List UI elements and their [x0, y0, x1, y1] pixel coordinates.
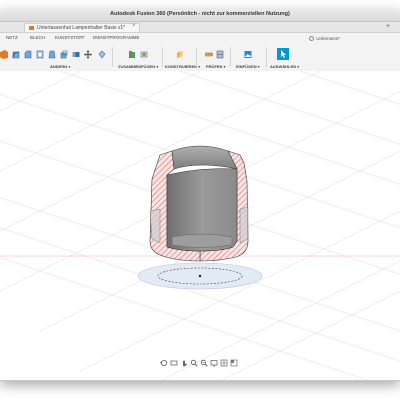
window-title: Autodesk Fusion 360 (Persönlich - nicht … — [110, 11, 290, 17]
inspect-menu[interactable]: PRÜFEN ▾ — [206, 64, 226, 69]
document-tab-bar: Untertassenhut Lampenhalter Basis v1* × … — [0, 22, 400, 33]
tab-mesh[interactable]: NETZ — [6, 35, 18, 40]
tab-utilities[interactable]: DIENSTPROGRAMME — [93, 35, 140, 40]
close-tab-icon[interactable]: × — [132, 23, 136, 29]
measure-icon[interactable] — [205, 50, 213, 59]
shell-icon[interactable] — [36, 50, 44, 59]
tab-sheet-metal[interactable]: BLECH — [30, 35, 45, 40]
toolbar-separator — [112, 47, 113, 67]
physical-material-icon[interactable] — [98, 50, 106, 59]
insert-menu[interactable]: EINFÜGEN ▾ — [236, 64, 260, 69]
press-pull-icon[interactable] — [0, 50, 8, 59]
toolbar-separator — [230, 47, 231, 67]
toolbar-separator — [196, 47, 197, 67]
modify-menu[interactable]: ÄNDERN ▾ — [50, 64, 70, 69]
document-icon — [29, 26, 34, 30]
look-at-icon[interactable] — [170, 359, 178, 367]
zoom-icon[interactable] — [190, 359, 198, 367]
title-bar: Autodesk Fusion 360 (Persönlich - nicht … — [0, 9, 400, 22]
fillet-icon[interactable] — [12, 50, 20, 59]
toolbar-separator — [266, 47, 267, 67]
assemble-menu[interactable]: ZUSAMMENFÜGEN ▾ — [118, 64, 158, 69]
fit-icon[interactable] — [200, 359, 208, 367]
chamfer-icon[interactable] — [24, 50, 32, 59]
toolbar-separator — [162, 47, 163, 67]
design-canvas[interactable] — [0, 71, 400, 380]
document-tab[interactable]: Untertassenhut Lampenhalter Basis v1* — [24, 23, 140, 32]
section-analysis-icon[interactable] — [216, 50, 224, 59]
user-name: Unbenannt* — [316, 36, 340, 41]
pan-icon[interactable] — [180, 359, 188, 367]
select-arrow-icon[interactable] — [277, 48, 289, 60]
ribbon-toolbar: NETZ BLECH KUNSTSTOFF DIENSTPROGRAMME Un… — [0, 33, 400, 72]
joint-icon[interactable] — [128, 50, 136, 59]
scale-icon[interactable] — [60, 50, 68, 59]
section-part — [149, 145, 249, 262]
orbit-icon[interactable] — [160, 359, 168, 367]
insert-image-icon[interactable] — [244, 50, 252, 59]
combine-icon[interactable] — [72, 50, 80, 59]
select-menu[interactable]: AUSWÄHLEN ▾ — [270, 64, 299, 69]
display-settings-icon[interactable] — [210, 359, 218, 367]
origin-point — [198, 274, 202, 278]
new-tab-icon[interactable]: + — [386, 23, 390, 30]
draft-icon[interactable] — [48, 50, 56, 59]
viewport-settings-icon[interactable] — [230, 359, 238, 367]
fusion-window: Autodesk Fusion 360 (Persönlich - nicht … — [0, 9, 400, 381]
offset-plane-icon[interactable] — [176, 50, 184, 59]
construct-menu[interactable]: KONSTRUIEREN ▾ — [165, 64, 200, 69]
viewport[interactable] — [0, 71, 400, 380]
as-built-joint-icon[interactable] — [140, 50, 148, 59]
history-icon — [309, 36, 315, 42]
tab-plastic[interactable]: KUNSTSTOFF — [55, 35, 85, 40]
grid-settings-icon[interactable] — [220, 359, 228, 367]
navigation-bar — [160, 359, 244, 369]
move-icon[interactable] — [84, 50, 92, 59]
document-tab-label: Untertassenhut Lampenhalter Basis v1* — [37, 25, 126, 31]
user-area[interactable]: Unbenannt* — [309, 36, 340, 42]
